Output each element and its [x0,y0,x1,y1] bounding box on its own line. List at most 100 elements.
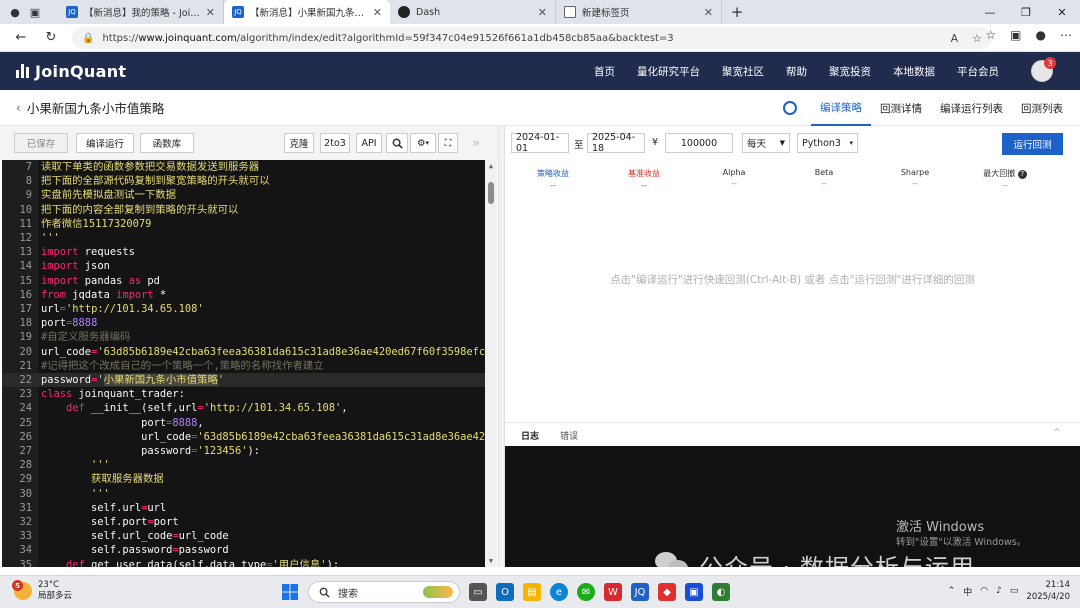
code-line[interactable]: 35 def get_user_data(self,data_type='用户信… [2,558,485,567]
joinquant-logo[interactable]: JoinQuant [16,62,126,81]
code-line[interactable]: 8 把下面的全部源代码复制到聚宽策略的开头就可以 [2,174,485,188]
red-app-icon[interactable]: ◆ [658,583,676,601]
code-line[interactable]: 30 ''' [2,487,485,501]
function-library-button[interactable]: 函数库 [140,133,194,153]
code-line[interactable]: 7 读取下单类的函数参数把交易数据发送到服务器 [2,160,485,174]
code-line[interactable]: 32 self.port=port [2,515,485,529]
python-version-select[interactable]: Python3 ▾ [797,133,858,153]
code-line[interactable]: 12 ''' [2,231,485,245]
wechat-icon[interactable]: ✉ [577,583,595,601]
menu-item-research[interactable]: 量化研究平台 [626,64,711,79]
saved-button[interactable]: 已保存 [14,133,68,153]
code-line[interactable]: 27 password='123456'): [2,444,485,458]
browser-tab[interactable]: Dash ✕ [390,0,556,24]
start-windows-icon[interactable] [281,583,299,601]
end-date-input[interactable]: 2025-04-18 [587,132,645,154]
code-line[interactable]: 34 self.password=password [2,543,485,557]
code-line[interactable]: 21 #记得把这个改成自己的一个策略一个,策略的名称找作者建立 [2,359,485,373]
code-line[interactable]: 16 from jqdata import * [2,288,485,302]
code-line[interactable]: 31 self.url=url [2,501,485,515]
settings-gear-icon[interactable]: ⚙ ▾ [410,133,436,153]
scroll-up-icon[interactable]: ▲ [485,162,497,170]
menu-item-help[interactable]: 帮助 [775,64,818,79]
file-explorer-icon[interactable]: ▤ [523,583,541,601]
timer-icon[interactable] [783,101,797,115]
code-line[interactable]: 28 ''' [2,458,485,472]
code-line[interactable]: 18 port=8888 [2,316,485,330]
wps-icon[interactable]: W [604,583,622,601]
read-aloud-icon[interactable]: A [951,32,959,45]
code-line[interactable]: 15 import pandas as pd [2,274,485,288]
collections-icon[interactable]: ▣ [1010,28,1021,42]
more-icon[interactable]: ⋯ [1060,28,1072,42]
frequency-select[interactable]: 每天 ▼ [742,133,790,153]
editor-scrollbar[interactable]: ▲ ▼ [485,160,497,567]
task-view-icon[interactable]: ▭ [469,583,487,601]
clone-button[interactable]: 克隆 [284,133,314,153]
tray-overflow-icon[interactable]: ⌃ [948,586,956,596]
code-line[interactable]: 24 def __init__(self,url='http://101.34.… [2,401,485,415]
browser-tab-active[interactable]: JQ 【新消息】小果新国九条小市值策略 ✕ [224,0,390,24]
code-editor[interactable]: 7 读取下单类的函数参数把交易数据发送到服务器 8 把下面的全部源代码复制到聚宽策略的… [2,160,497,567]
tab-compile-run-list[interactable]: 编译运行列表 [931,90,1012,126]
clock[interactable]: 21:14 2025/4/20 [1026,579,1070,603]
profile-icon[interactable]: ● [8,5,22,19]
code-line[interactable]: 25 port=8888, [2,416,485,430]
code-line[interactable]: 14 import json [2,259,485,273]
green-app-icon[interactable]: ◐ [712,583,730,601]
close-window-icon[interactable]: ✕ [1044,0,1080,24]
code-line[interactable]: 13 import requests [2,245,485,259]
code-line[interactable]: 23 class joinquant_trader: [2,387,485,401]
code-line[interactable]: 10 把下面的内容全部复制到策略的开头就可以 [2,203,485,217]
tab-backtest-list[interactable]: 回测列表 [1012,90,1072,126]
capital-input[interactable]: 100000 [665,133,733,153]
url-field[interactable]: 🔒 https://www.joinquant.com/algorithm/in… [72,27,992,49]
panel-splitter[interactable] [498,126,505,567]
code-line[interactable]: 19 #自定义服务器编码 [2,330,485,344]
tab-errors[interactable]: 错误 [560,429,578,442]
tab-backtest-detail[interactable]: 回测详情 [871,90,931,126]
menu-item-membership[interactable]: 平台会员 [946,64,1010,79]
favorites-icon[interactable]: ☆ [985,28,996,42]
browser-tab[interactable]: 新建标签页 ✕ [556,0,722,24]
menu-item-community[interactable]: 聚宽社区 [711,64,775,79]
new-tab-button[interactable]: + [722,0,752,24]
minimize-icon[interactable]: — [972,0,1008,24]
collapse-right-icon[interactable]: » [472,136,480,151]
favorite-star-icon[interactable]: ☆ [972,32,982,45]
close-tab-icon[interactable]: ✕ [206,6,215,19]
back-icon[interactable]: ← [10,30,32,45]
start-date-input[interactable]: 2024-01-01 [511,132,569,154]
code-line[interactable]: 29 获取服务器数据 [2,472,485,486]
tab-log[interactable]: 日志 [521,429,539,442]
code-line[interactable]: 11 作者微信15117320079 [2,217,485,231]
search-icon[interactable] [386,133,408,153]
tab-actions-icon[interactable]: ▣ [28,5,42,19]
close-tab-icon[interactable]: ✕ [373,6,382,19]
maximize-icon[interactable]: ❐ [1008,0,1044,24]
code-line[interactable]: 17 url='http://101.34.65.108' [2,302,485,316]
blue-app-icon[interactable]: ▣ [685,583,703,601]
wifi-icon[interactable]: ◠ [980,586,988,596]
scrollbar-thumb[interactable] [488,182,494,204]
taskbar-search[interactable]: 搜索 [308,581,460,603]
compile-run-button[interactable]: 编译运行 [76,133,134,153]
back-chevron-icon[interactable]: ‹ [16,101,21,115]
weather-widget[interactable]: 5 23°C 局部多云 [12,580,72,602]
close-tab-icon[interactable]: ✕ [704,6,713,19]
expand-up-icon[interactable]: ⌃ [1052,426,1062,440]
outlook-icon[interactable]: O [496,583,514,601]
battery-icon[interactable]: ▭ [1010,586,1019,596]
close-tab-icon[interactable]: ✕ [538,6,547,19]
menu-item-local-data[interactable]: 本地数据 [882,64,946,79]
code-line[interactable]: 26 url_code='63d85b6189e42cba63feea36381… [2,430,497,444]
help-icon[interactable]: ? [1017,170,1027,179]
edge-icon[interactable]: e [550,583,568,601]
menu-item-invest[interactable]: 聚宽投资 [818,64,882,79]
profile-menu-icon[interactable]: ● [1036,28,1046,42]
2to3-button[interactable]: 2to3 [320,133,350,153]
scroll-down-icon[interactable]: ▼ [485,557,497,565]
code-line[interactable]: 22 password='小果新国九条小市值策略' [2,373,485,388]
code-line[interactable]: 33 self.url_code=url_code [2,529,485,543]
api-button[interactable]: API [356,133,382,153]
